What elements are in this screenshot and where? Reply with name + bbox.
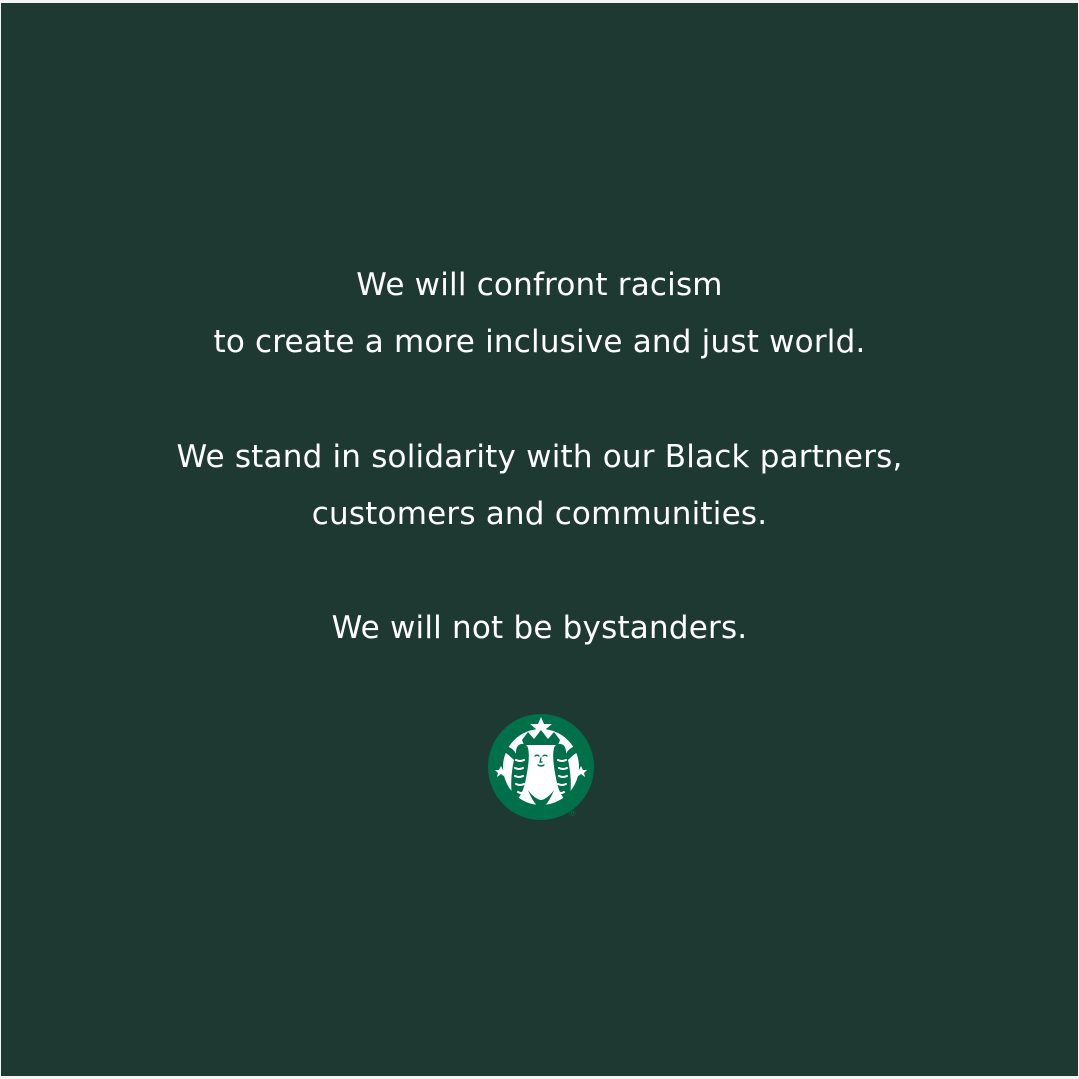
statement-line-5: We will not be bystanders. <box>331 610 748 646</box>
statement-line-3: We stand in solidarity with our Black pa… <box>176 439 903 475</box>
statement-card: We will confront racism to create a more… <box>0 0 1079 1079</box>
statement-line-1: We will confront racism <box>356 267 723 303</box>
registered-mark: ® <box>568 809 577 819</box>
statement-line-2: to create a more inclusive and just worl… <box>213 324 866 360</box>
siren-logo-icon <box>488 714 594 820</box>
statement-line-4: customers and communities. <box>311 496 768 532</box>
